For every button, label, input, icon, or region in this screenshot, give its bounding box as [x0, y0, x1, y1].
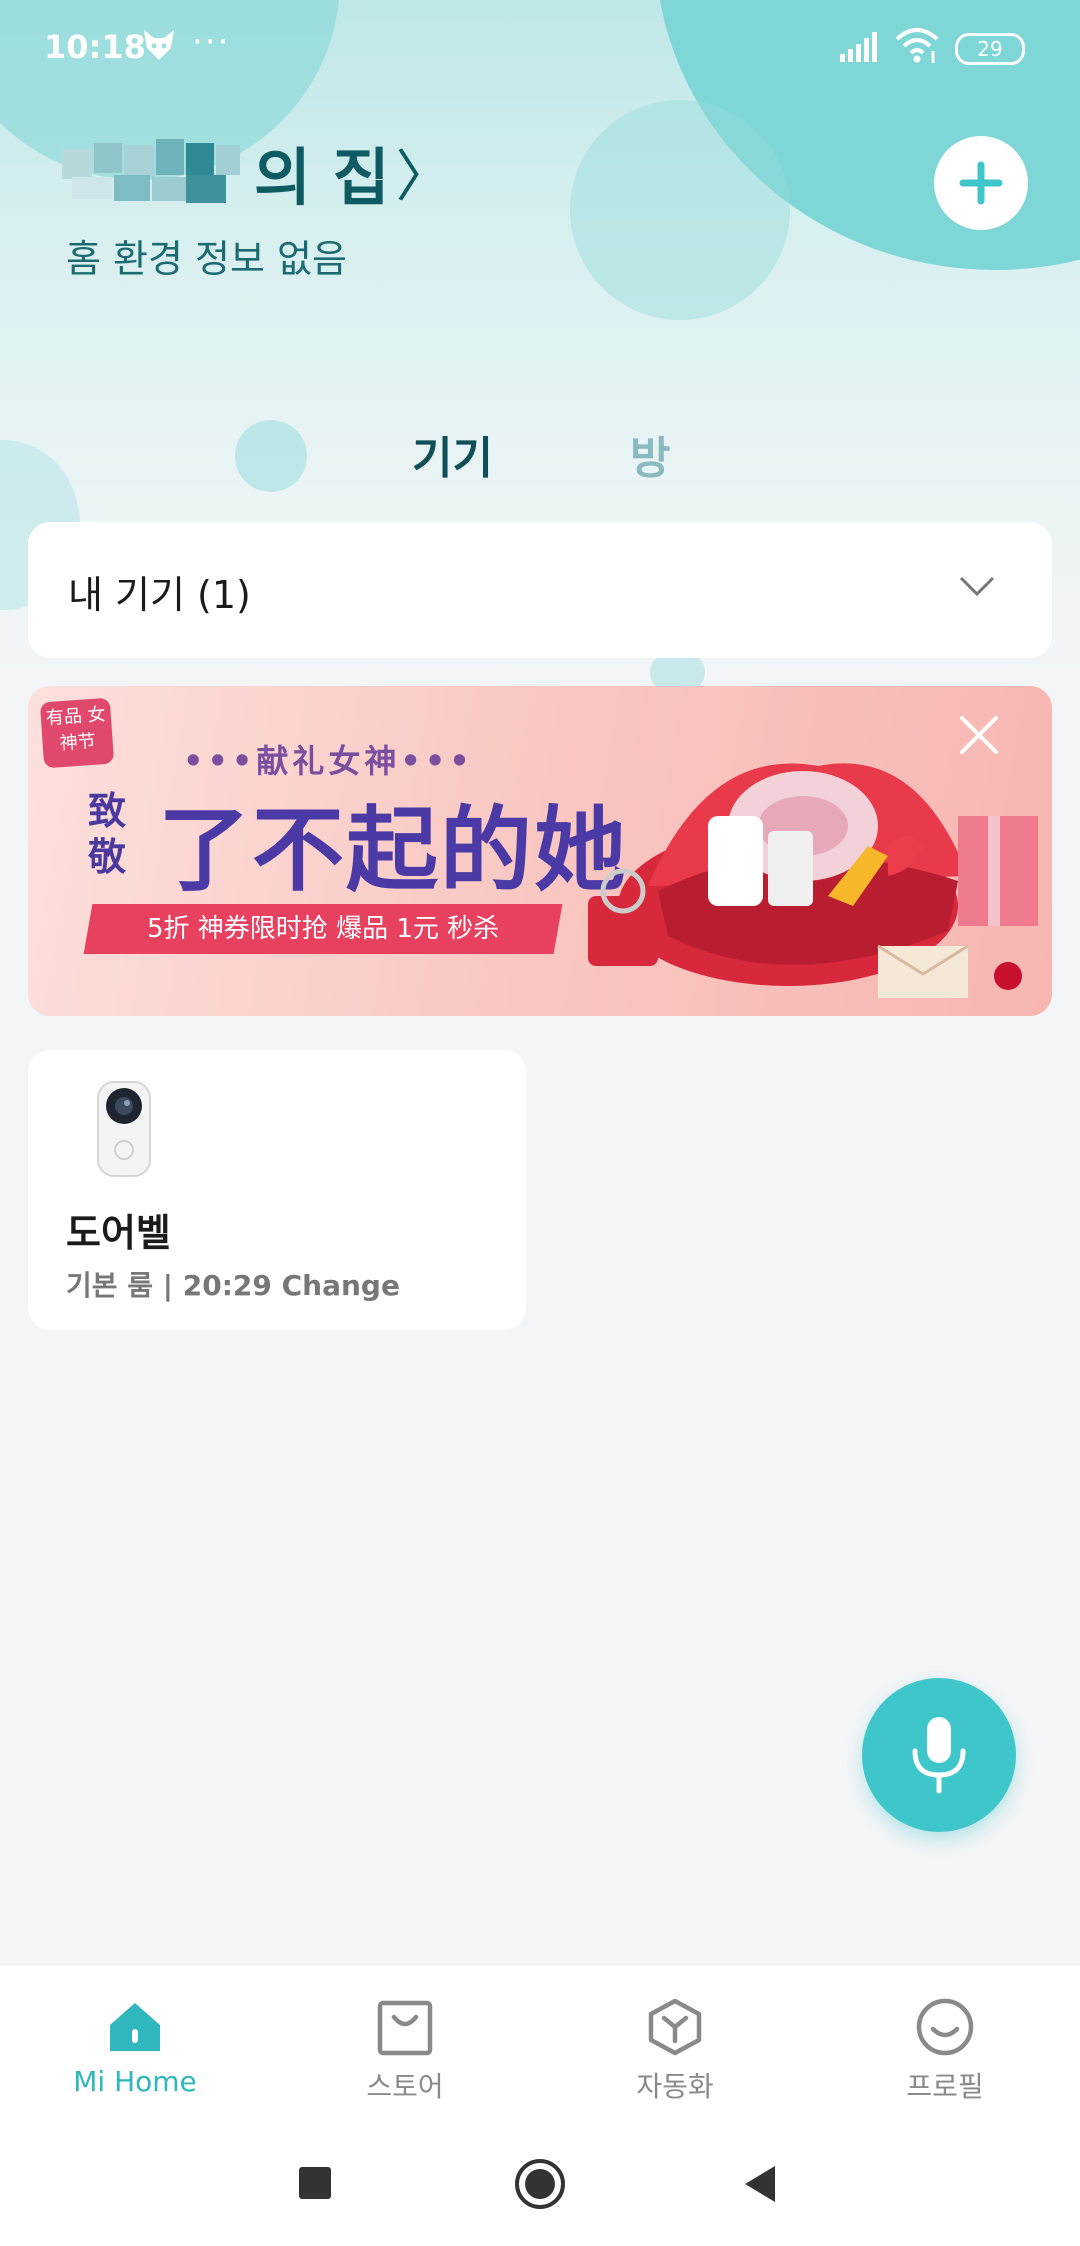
my-devices-label: 내 기기 (1)	[68, 573, 251, 617]
nav-profile[interactable]: 프로필	[810, 1965, 1080, 2117]
nav-label: 자동화	[636, 2070, 714, 2103]
more-notifications-icon: ···	[192, 22, 231, 62]
device-card[interactable]: 도어벨 기본 룸 | 20:29 Change	[28, 1050, 526, 1330]
device-status: 기본 룸 | 20:29 Change	[66, 1269, 400, 1302]
my-devices-dropdown[interactable]: 내 기기 (1)	[28, 522, 1052, 658]
voice-assistant-button[interactable]	[862, 1678, 1016, 1832]
nav-store[interactable]: 스토어	[270, 1965, 540, 2117]
close-icon[interactable]	[956, 712, 1002, 758]
automation-icon	[648, 1998, 702, 2056]
nav-mi-home[interactable]: Mi Home	[0, 1965, 270, 2117]
banner-ribbon: 5折 神券限时抢 爆品 1元 秒杀	[83, 904, 563, 954]
banner-title: 了不起的她	[158, 796, 629, 904]
home-selector[interactable]: 의 집 〉	[62, 132, 452, 214]
nav-label: Mi Home	[73, 2065, 197, 2098]
profile-icon	[916, 1998, 974, 2056]
recent-apps-icon[interactable]	[298, 2166, 332, 2200]
chevron-down-icon	[959, 576, 995, 597]
fox-notification-icon	[144, 30, 174, 60]
decor-bubble	[570, 100, 790, 320]
signal-icon	[840, 32, 877, 62]
decor-bubble	[235, 420, 307, 492]
nav-label: 스토어	[366, 2070, 444, 2103]
chevron-right-icon: 〉	[395, 144, 452, 210]
home-icon	[110, 2003, 160, 2051]
tab-devices[interactable]: 기기	[412, 422, 493, 486]
plus-icon	[959, 161, 1003, 205]
wifi-icon	[895, 28, 939, 63]
battery-icon: 29	[955, 33, 1025, 65]
bottom-navigation: Mi Home 스토어 자동화 프로필	[0, 1964, 1080, 2117]
status-time: 10:18	[44, 28, 146, 66]
banner-title-prefix: 致敬	[88, 789, 127, 879]
store-bag-icon	[377, 2000, 433, 2056]
add-device-button[interactable]	[934, 136, 1028, 230]
home-name: 의 집	[254, 141, 390, 214]
tab-rooms[interactable]: 방	[630, 422, 670, 486]
microphone-icon	[912, 1717, 966, 1794]
back-button-icon[interactable]	[743, 2164, 777, 2204]
banner-badge: 有品 女神节	[39, 697, 115, 769]
status-bar: 10:18 ··· 29	[0, 0, 1080, 96]
banner-ribbon-text: 5折 神券限时抢 爆品 1元 秒杀	[146, 914, 500, 944]
home-environment-info: 홈 환경 정보 없음	[66, 237, 347, 281]
device-name: 도어벨	[66, 1211, 171, 1255]
doorbell-device-icon	[97, 1081, 151, 1177]
nav-automation[interactable]: 자동화	[540, 1965, 810, 2117]
blurred-home-owner	[62, 139, 252, 205]
home-button-icon[interactable]	[514, 2158, 566, 2210]
system-navigation-bar	[0, 2116, 1080, 2246]
nav-label: 프로필	[906, 2070, 984, 2103]
promo-banner[interactable]: 有品 女神节 •••献礼女神••• 致敬 了不起的她 5折 神券限时抢 爆品 1…	[28, 686, 1052, 1016]
